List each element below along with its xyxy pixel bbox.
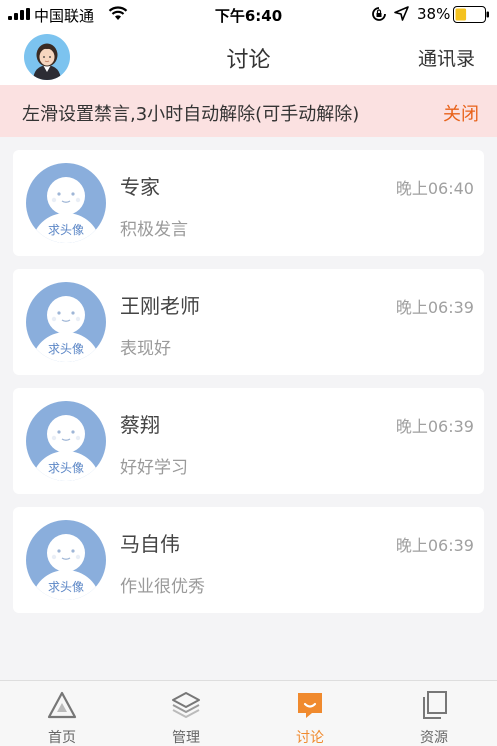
conversation-item[interactable]: 求头像 蔡翔 晚上06:39 好好学习 [13, 388, 484, 494]
conversation-item[interactable]: 求头像 专家 晚上06:40 积极发言 [13, 150, 484, 256]
message-time: 晚上06:39 [395, 298, 474, 317]
mute-notice-banner: 左滑设置禁言,3小时自动解除(可手动解除) 关闭 [0, 85, 497, 137]
layers-icon [172, 692, 200, 718]
tab-label: 首页 [48, 730, 76, 746]
message-preview: 作业很优秀 [120, 577, 205, 597]
rotation-lock-icon [372, 7, 386, 21]
battery-icon [453, 6, 489, 23]
tab-label: 资源 [420, 730, 448, 746]
avatar-placeholder-icon: 求头像 [26, 163, 106, 243]
avatar-placeholder-label: 求头像 [48, 580, 84, 594]
battery-percentage: 38% [417, 5, 451, 23]
home-triangle-icon [47, 691, 77, 719]
contacts-button[interactable]: 通讯录 [418, 44, 475, 71]
contact-name: 蔡翔 [120, 413, 160, 437]
tab-resources[interactable]: 资源 [372, 681, 496, 746]
conversation-item[interactable]: 求头像 王刚老师 晚上06:39 表现好 [13, 269, 484, 375]
message-time: 晚上06:40 [395, 179, 474, 198]
message-preview: 好好学习 [120, 458, 188, 478]
tab-home[interactable]: 首页 [0, 681, 124, 746]
nav-bar: 讨论 通讯录 [0, 28, 497, 85]
chat-bubble-icon [298, 693, 322, 718]
message-preview: 表现好 [120, 339, 171, 359]
message-time: 晚上06:39 [395, 536, 474, 555]
contact-name: 马自伟 [120, 532, 180, 556]
status-bar: 中国联通 下午6:40 38% [0, 0, 497, 28]
avatar-placeholder-label: 求头像 [48, 461, 84, 475]
tab-label: 管理 [172, 730, 200, 746]
avatar-placeholder-label: 求头像 [48, 223, 84, 237]
tab-discussion[interactable]: 讨论 [248, 681, 372, 746]
notice-text: 左滑设置禁言,3小时自动解除(可手动解除) [22, 104, 360, 125]
tab-bar: 首页 管理 讨论 资源 [0, 680, 497, 746]
avatar-placeholder-icon: 求头像 [26, 282, 106, 362]
contact-name: 专家 [120, 175, 160, 199]
avatar-placeholder-icon: 求头像 [26, 520, 106, 600]
notice-close-button[interactable]: 关闭 [443, 100, 479, 126]
tab-manage[interactable]: 管理 [124, 681, 248, 746]
message-preview: 积极发言 [120, 220, 188, 240]
files-icon [423, 691, 447, 719]
location-arrow-icon [394, 6, 409, 21]
conversation-item[interactable]: 求头像 马自伟 晚上06:39 作业很优秀 [13, 507, 484, 613]
avatar-placeholder-icon: 求头像 [26, 401, 106, 481]
conversation-list: 求头像 专家 晚上06:40 积极发言 求头像 王刚老师 晚上06:39 表现好 [13, 150, 484, 626]
avatar-placeholder-label: 求头像 [48, 342, 84, 356]
message-time: 晚上06:39 [395, 417, 474, 436]
tab-label: 讨论 [296, 730, 324, 746]
contact-name: 王刚老师 [120, 294, 200, 318]
